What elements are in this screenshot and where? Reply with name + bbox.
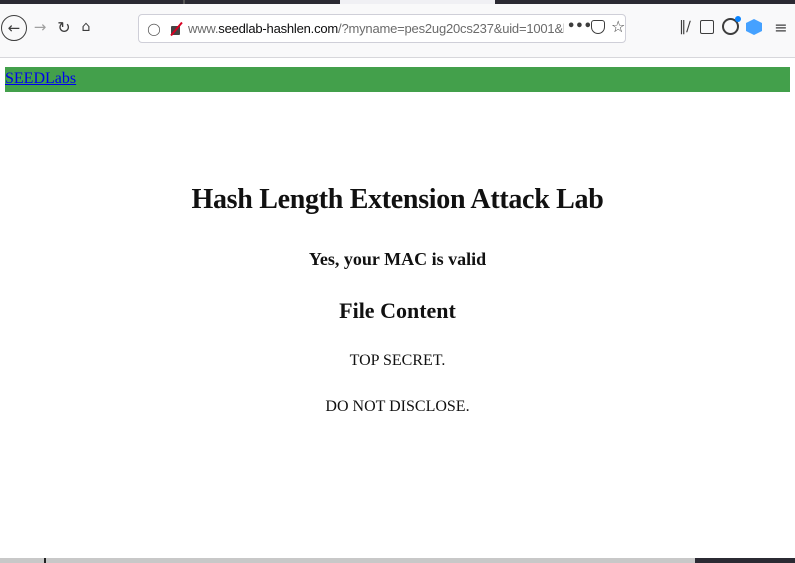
library-button[interactable]: ‖∕ [675,17,695,37]
menu-button[interactable]: ≡ [772,17,790,37]
pocket-icon[interactable] [591,20,605,34]
more-icon[interactable]: ••• [567,19,592,34]
file-content-heading: File Content [339,298,456,323]
home-button[interactable]: ⌂ [76,16,96,38]
hexagon-icon [746,19,762,35]
hamburger-menu-icon: ≡ [774,17,788,37]
url-prefix: www. [188,21,219,36]
star-icon[interactable]: ☆ [611,17,625,36]
notification-dot [735,16,741,22]
extension-icon[interactable] [722,16,741,35]
shield-icon[interactable]: ◯ [143,22,165,36]
address-bar[interactable]: ◯ www.seedlab-hashlen.com/?myname=pes2ug… [138,14,626,43]
reload-button[interactable]: ↻ [55,16,73,38]
site-nav-bar: SEEDLabs [5,67,790,92]
library-icon: ‖∕ [679,19,691,35]
back-button[interactable]: ← [1,15,27,41]
forward-arrow-icon: → [33,18,47,36]
url-path: /?myname=pes2ug20cs237&uid=1001&lstcmd=1… [338,21,564,36]
seedlabs-link[interactable]: SEEDLabs [5,70,76,88]
reload-icon: ↻ [57,17,71,37]
mac-status-message: Yes, your MAC is valid [308,249,487,269]
bottom-edge [0,558,795,563]
forward-button[interactable]: → [31,16,49,38]
back-arrow-icon: ← [7,19,21,37]
url-text[interactable]: www.seedlab-hashlen.com/?myname=pes2ug20… [188,21,564,36]
extension-icon[interactable] [746,18,762,36]
url-host: seedlab-hashlen.com [218,21,339,36]
navigation-toolbar: ← → ↻ ⌂ ◯ www.seedlab-hashlen.com/?mynam… [0,4,795,58]
page-title: Hash Length Extension Attack Lab [191,184,604,215]
file-content-line: DO NOT DISCLOSE. [325,398,470,415]
sidebar-icon[interactable] [700,20,714,34]
file-content-line: TOP SECRET. [349,352,446,369]
home-icon: ⌂ [81,19,91,35]
insecure-lock-icon[interactable] [168,21,184,37]
